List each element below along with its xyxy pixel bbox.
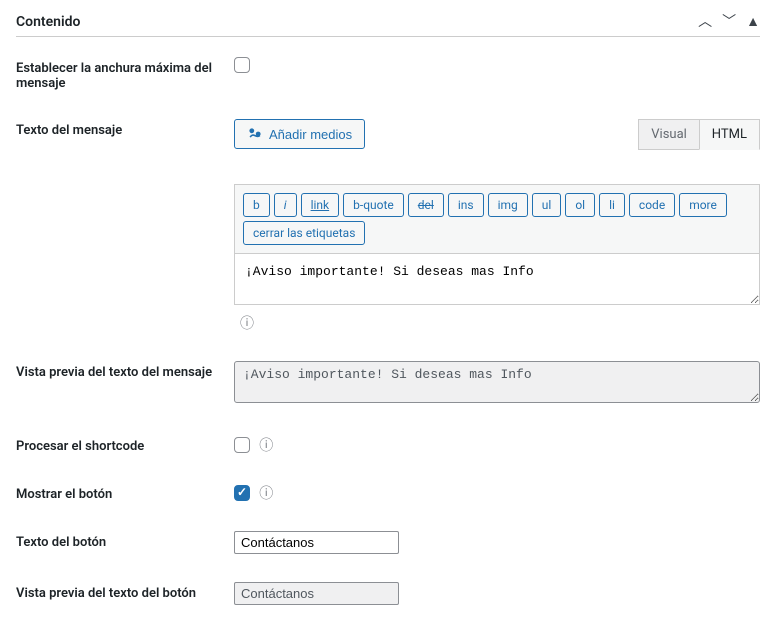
row-show-button: Mostrar el botón ⓘ xyxy=(16,483,760,503)
button-preview-input xyxy=(234,582,399,605)
help-icon[interactable]: ⓘ xyxy=(259,483,273,503)
field-button-preview xyxy=(234,582,760,605)
qt-close-tags[interactable]: cerrar las etiquetas xyxy=(243,221,365,245)
quicktags-toolbar: b i link b-quote del ins img ul ol li co… xyxy=(234,184,760,254)
qt-code[interactable]: code xyxy=(629,193,675,217)
field-show-button: ⓘ xyxy=(234,483,760,503)
label-message-text: Texto del mensaje xyxy=(16,119,234,138)
add-media-button[interactable]: Añadir medios xyxy=(234,119,365,149)
qt-link[interactable]: link xyxy=(301,193,340,217)
checkbox-show-button[interactable] xyxy=(234,485,250,501)
help-icon[interactable]: ⓘ xyxy=(240,313,254,333)
panel-controls: ︿ ﹀ ▲ xyxy=(698,15,760,29)
label-max-width: Establecer la anchura máxima del mensaje xyxy=(16,57,234,91)
row-message-text: Texto del mensaje Añadir medios Visual H… xyxy=(16,119,760,333)
panel-header: Contenido ︿ ﹀ ▲ xyxy=(16,8,760,37)
label-show-button: Mostrar el botón xyxy=(16,483,234,502)
qt-ins[interactable]: ins xyxy=(448,193,484,217)
checkbox-process-shortcode[interactable] xyxy=(234,437,250,453)
qt-ul[interactable]: ul xyxy=(532,193,562,217)
row-button-preview: Vista previa del texto del botón xyxy=(16,582,760,605)
add-media-label: Añadir medios xyxy=(269,127,352,142)
row-max-width: Establecer la anchura máxima del mensaje xyxy=(16,57,760,91)
tab-visual[interactable]: Visual xyxy=(638,119,700,150)
qt-italic[interactable]: i xyxy=(274,193,297,217)
chevron-up-icon[interactable]: ︿ xyxy=(698,15,712,29)
qt-img[interactable]: img xyxy=(488,193,528,217)
message-textarea[interactable] xyxy=(234,254,760,305)
panel-title: Contenido xyxy=(16,14,80,30)
field-message-text: Añadir medios Visual HTML b i link b-quo… xyxy=(234,119,760,333)
tab-html[interactable]: HTML xyxy=(699,119,760,150)
qt-more[interactable]: more xyxy=(679,193,727,217)
field-button-text xyxy=(234,531,760,554)
row-button-text: Texto del botón xyxy=(16,531,760,554)
label-button-text: Texto del botón xyxy=(16,531,234,550)
field-max-width xyxy=(234,57,760,73)
button-text-input[interactable] xyxy=(234,531,399,554)
help-icon[interactable]: ⓘ xyxy=(259,435,273,455)
qt-bold[interactable]: b xyxy=(243,193,270,217)
qt-bquote[interactable]: b-quote xyxy=(343,193,404,217)
label-button-preview: Vista previa del texto del botón xyxy=(16,582,234,601)
row-message-preview: Vista previa del texto del mensaje xyxy=(16,361,760,407)
chevron-down-icon[interactable]: ﹀ xyxy=(722,15,736,29)
row-process-shortcode: Procesar el shortcode ⓘ xyxy=(16,435,760,455)
collapse-icon[interactable]: ▲ xyxy=(746,15,760,29)
label-process-shortcode: Procesar el shortcode xyxy=(16,435,234,454)
qt-del[interactable]: del xyxy=(408,193,444,217)
checkbox-max-width[interactable] xyxy=(234,57,250,73)
message-preview-textarea xyxy=(234,361,760,403)
editor-tabs: Visual HTML xyxy=(639,119,760,150)
field-process-shortcode: ⓘ xyxy=(234,435,760,455)
label-message-preview: Vista previa del texto del mensaje xyxy=(16,361,234,380)
field-message-preview xyxy=(234,361,760,407)
qt-ol[interactable]: ol xyxy=(565,193,595,217)
qt-li[interactable]: li xyxy=(599,193,625,217)
media-icon xyxy=(247,126,263,142)
